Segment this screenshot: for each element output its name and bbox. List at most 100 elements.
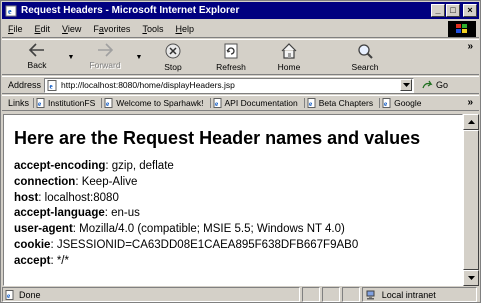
address-label: Address [8,80,42,90]
link-page-icon: e [382,98,391,108]
header-name: user-agent [14,223,73,236]
windows-logo-icon [448,21,476,37]
menu-edit[interactable]: Edit [29,24,57,34]
address-bar: Address e http://localhost:8080/home/dis… [2,76,479,94]
link-welcome-sparhawk[interactable]: e Welcome to Sparhawk! [101,98,207,108]
scroll-down-button[interactable] [463,270,479,286]
page-icon: e [47,79,57,91]
links-chevron-icon[interactable]: » [467,97,473,108]
refresh-label: Refresh [216,62,246,72]
search-button[interactable]: Search [336,40,394,74]
scroll-thumb[interactable] [463,130,479,270]
header-row: host: localhost:8080 [14,191,452,207]
forward-arrow-icon [98,43,114,57]
browser-window: e Request Headers - Microsoft Internet E… [0,0,481,303]
title-bar[interactable]: e Request Headers - Microsoft Internet E… [2,2,479,19]
forward-label: Forward [89,60,121,70]
address-dropdown-button[interactable] [400,79,413,91]
header-row: connection: Keep-Alive [14,175,452,191]
header-row: user-agent: Mozilla/4.0 (compatible; MSI… [14,222,452,238]
status-bar: e Done Local intranet [2,286,479,303]
menu-help[interactable]: Help [169,24,200,34]
header-value: : en-us [104,207,140,220]
svg-text:e: e [309,100,312,108]
stop-icon [165,43,181,59]
scroll-up-button[interactable] [463,114,479,130]
standard-toolbar: Back ▼ Forward ▼ Stop Refresh Home Searc… [2,39,479,75]
svg-text:e: e [106,100,109,108]
go-button[interactable]: Go [422,80,448,90]
refresh-button[interactable]: Refresh [202,40,260,74]
go-arrow-icon [422,80,433,89]
forward-dropdown-icon[interactable]: ▼ [134,40,144,74]
header-value: : gzip, deflate [105,160,174,172]
svg-text:e: e [50,82,53,90]
chevron-down-icon [467,276,475,280]
back-dropdown-icon[interactable]: ▼ [66,40,76,74]
home-label: Home [277,62,301,72]
header-value: : */* [50,254,69,267]
refresh-icon [224,43,238,59]
link-page-icon: e [307,98,316,108]
link-google[interactable]: e Google [379,98,425,108]
page-heading: Here are the Request Header names and va… [14,128,421,148]
header-row: accept-language: en-us [14,206,452,222]
link-beta-chapters[interactable]: e Beta Chapters [303,98,377,108]
stop-label: Stop [164,62,182,72]
zone-text: Local intranet [381,289,436,300]
header-value: : Keep-Alive [75,175,138,188]
header-value: : Mozilla/4.0 (compatible; MSIE 5.5; Win… [72,223,345,236]
home-button[interactable]: Home [260,40,318,74]
status-main: e Done [2,287,301,302]
status-zone: Local intranet [361,287,477,302]
back-button[interactable]: Back [8,40,66,74]
chevron-down-icon [402,83,410,87]
link-api-documentation[interactable]: e API Documentation [209,98,302,108]
header-name: host [14,191,39,204]
links-label: Links [8,98,30,108]
stop-button[interactable]: Stop [144,40,202,74]
header-name: accept [14,254,51,267]
header-row: accept-encoding: gzip, deflate [14,159,452,175]
header-name: cookie [14,238,51,251]
header-name: connection [14,175,76,188]
status-text: Done [19,289,41,300]
svg-text:e: e [384,100,387,108]
ie-page-icon: e [4,4,18,18]
menu-view[interactable]: View [56,24,87,34]
menu-bar: File Edit View Favorites Tools Help [2,20,479,38]
link-page-icon: e [36,98,45,108]
status-pane-3 [341,287,360,302]
menu-tools[interactable]: Tools [136,24,169,34]
address-input[interactable]: e http://localhost:8080/home/displayHead… [44,77,415,93]
page-done-icon: e [5,289,14,300]
window-title: Request Headers - Microsoft Internet Exp… [21,5,240,16]
link-page-icon: e [104,98,113,108]
link-page-icon: e [213,98,222,108]
page-content: Here are the Request Header names and va… [3,114,463,286]
address-url: http://localhost:8080/home/displayHeader… [61,80,235,90]
maximize-button[interactable]: □ [446,4,460,17]
forward-button[interactable]: Forward [76,40,134,74]
menu-favorites[interactable]: Favorites [87,24,136,34]
header-row: cookie: JSESSIONID=CA63DD08E1CAEA895F638… [14,238,452,254]
menu-file[interactable]: File [2,24,29,34]
svg-text:e: e [215,100,218,108]
vertical-scrollbar[interactable] [463,114,479,286]
header-value: : JSESSIONID=CA63DD08E1CAEA895F638DFB667… [50,238,359,251]
links-bar: Links e InstitutionFS e Welcome to Sparh… [2,95,479,111]
search-icon [358,44,373,59]
header-value: : localhost:8080 [38,191,119,204]
back-arrow-icon [28,43,44,57]
status-pane-1 [302,287,320,302]
close-button[interactable]: × [463,4,477,17]
svg-text:e: e [38,100,41,108]
header-name: accept-language [14,207,105,220]
link-institutionfs[interactable]: e InstitutionFS [33,98,99,108]
minimize-button[interactable]: _ [431,4,445,17]
svg-text:e: e [8,7,12,16]
toolbar-chevron-icon[interactable]: » [467,41,473,52]
header-name: accept-encoding [14,160,106,172]
back-label: Back [27,60,47,70]
go-label: Go [436,80,449,90]
